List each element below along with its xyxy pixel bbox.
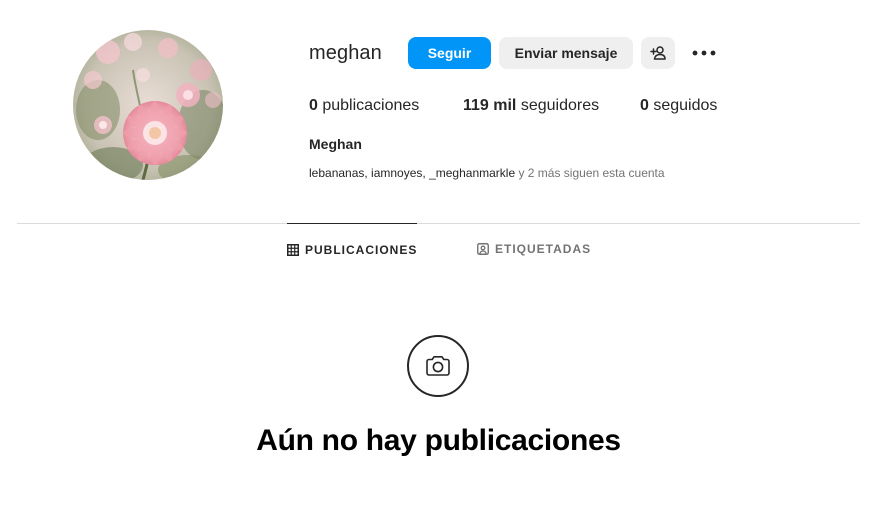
posts-count: 0 [309,97,318,114]
followers-count: 119 mil [463,97,517,114]
add-person-icon [650,45,666,61]
followed-by-names: lebananas, iamnoyes, _meghanmarkle [309,166,516,180]
avatar-flower-image [73,30,223,180]
camera-icon [425,355,451,377]
suggested-accounts-button[interactable] [641,37,675,69]
tab-tagged-label: ETIQUETADAS [495,242,592,256]
profile-full-name: Meghan [309,136,362,152]
posts-label: publicaciones [317,97,420,114]
profile-username: meghan [309,42,382,64]
posts-stat: 0 publicaciones [309,97,419,115]
send-message-button[interactable]: Enviar mensaje [499,37,633,69]
more-options-button[interactable] [690,41,718,65]
profile-page: meghan Seguir Enviar mensaje 0 publicaci… [0,0,877,510]
tab-tagged[interactable]: ETIQUETADAS [477,223,591,275]
following-count: 0 [640,97,649,114]
ellipsis-icon [692,50,716,56]
tab-posts-label: PUBLICACIONES [305,242,418,257]
following-stat[interactable]: 0 seguidos [640,97,717,115]
grid-icon [287,243,299,256]
profile-divider [17,223,860,224]
empty-state-camera-circle [407,335,469,397]
followed-by-rest: y 2 más siguen esta cuenta [515,166,665,180]
followed-by-text[interactable]: lebananas, iamnoyes, _meghanmarkle y 2 m… [309,166,665,180]
empty-state-title: Aún no hay publicaciones [256,424,621,457]
avatar[interactable] [73,30,223,180]
following-label: seguidos [648,97,718,114]
tab-posts[interactable]: PUBLICACIONES [287,223,417,275]
followers-stat[interactable]: 119 mil seguidores [463,97,599,115]
followers-label: seguidores [516,97,600,114]
follow-button[interactable]: Seguir [408,37,491,69]
tagged-icon [477,243,489,255]
